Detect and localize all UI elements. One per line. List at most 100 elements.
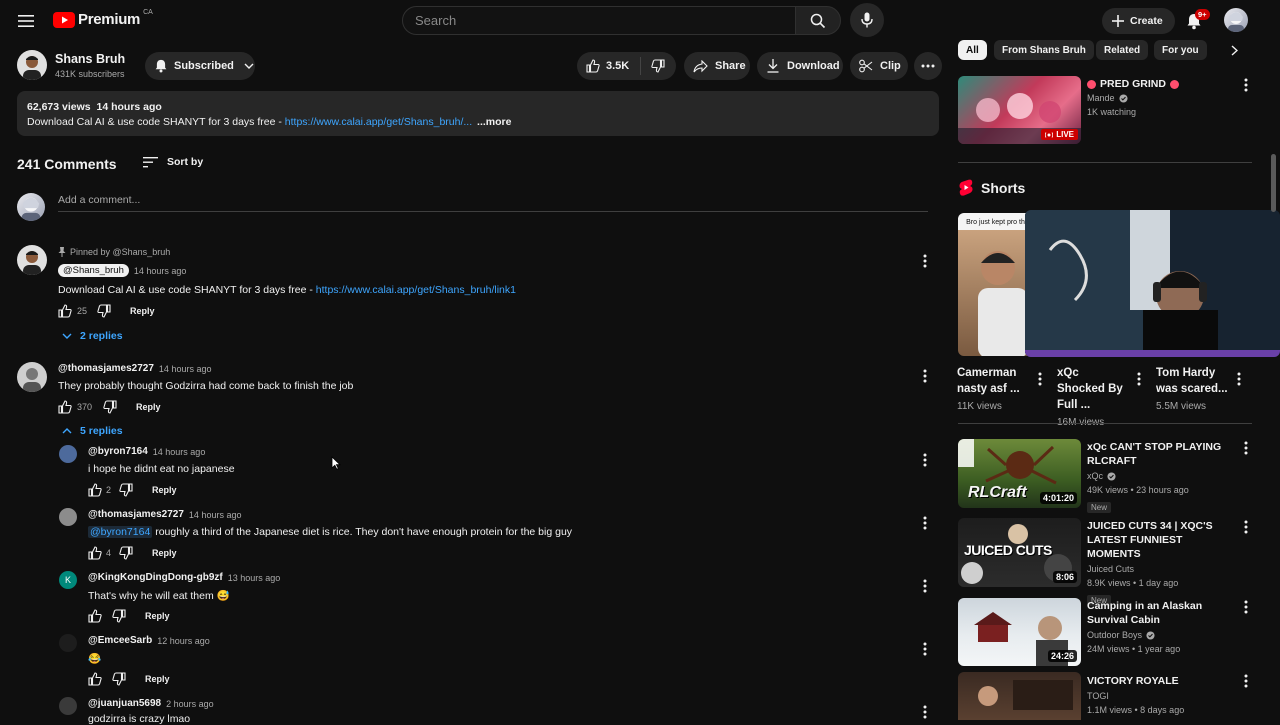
reply-handle[interactable]: @juanjuan5698 (88, 698, 161, 709)
search-button[interactable] (795, 6, 841, 35)
search-input[interactable]: Search (402, 6, 796, 35)
commenter-avatar[interactable] (17, 362, 47, 392)
video-thumbnail[interactable]: 24:26 (958, 598, 1081, 666)
video-channel[interactable]: Juiced Cuts (1087, 562, 1227, 576)
notifications-button[interactable]: 9+ (1176, 3, 1212, 39)
reply-avatar[interactable] (59, 634, 77, 652)
short-item[interactable]: Camerman nasty asf ... 11K views (957, 365, 1029, 414)
reply-time[interactable]: 13 hours ago (228, 573, 281, 583)
video-menu-button[interactable] (1234, 595, 1258, 619)
menu-icon[interactable] (8, 3, 44, 39)
reply-time[interactable]: 14 hours ago (189, 510, 242, 520)
add-comment-input[interactable]: Add a comment... (58, 194, 928, 212)
description-more[interactable]: ...more (477, 116, 511, 128)
reply-handle[interactable]: @thomasjames2727 (88, 509, 184, 520)
reply-button[interactable]: Reply (152, 548, 177, 558)
short-item[interactable]: Tom Hardy was scared... 5.5M views (1156, 365, 1228, 414)
youtube-premium-logo[interactable]: Premium CA (53, 9, 153, 28)
short-item[interactable]: xQc Shocked By Full ... 16M views (1057, 365, 1129, 430)
reply-time[interactable]: 12 hours ago (157, 636, 210, 646)
video-thumbnail[interactable] (958, 672, 1081, 720)
short-title[interactable]: xQc Shocked By Full ... (1057, 365, 1129, 413)
chip-for-you[interactable]: For you (1154, 40, 1207, 60)
thumbs-down-icon[interactable] (97, 304, 111, 318)
reply-menu-button[interactable] (913, 637, 937, 661)
video-title[interactable]: VICTORY ROYALE (1087, 674, 1227, 688)
thumbs-down-icon[interactable] (103, 400, 117, 414)
video-channel[interactable]: TOGI (1087, 689, 1227, 703)
commenter-avatar[interactable] (17, 245, 47, 275)
reply-menu-button[interactable] (913, 700, 937, 724)
reply-avatar[interactable] (59, 508, 77, 526)
video-menu-button[interactable] (1234, 436, 1258, 460)
short-menu-button[interactable] (1227, 367, 1251, 391)
thumbs-up-icon[interactable] (88, 546, 102, 560)
voice-search-button[interactable] (850, 3, 884, 37)
video-title[interactable]: xQc CAN'T STOP PLAYING RLCRAFT (1087, 440, 1227, 468)
dislike-button[interactable] (641, 59, 675, 73)
download-button[interactable]: Download (757, 52, 843, 80)
thumbs-down-icon[interactable] (119, 546, 133, 560)
reply-avatar[interactable]: K (59, 571, 77, 589)
reply-button[interactable]: Reply (145, 611, 170, 621)
reply-handle[interactable]: @KingKongDingDong-gb9zf (88, 572, 223, 583)
short-title[interactable]: Camerman nasty asf ... (957, 365, 1029, 397)
reply-button[interactable]: Reply (145, 674, 170, 684)
thumbs-up-icon[interactable] (58, 304, 72, 318)
sort-by-button[interactable]: Sort by (143, 156, 203, 168)
reply-menu-button[interactable] (913, 574, 937, 598)
reply-time[interactable]: 2 hours ago (166, 699, 214, 709)
short-title[interactable]: Tom Hardy was scared... (1156, 365, 1228, 397)
reply-button[interactable]: Reply (136, 402, 161, 412)
replies-toggle[interactable]: 2 replies (62, 330, 123, 342)
short-menu-button[interactable] (1127, 367, 1151, 391)
short-menu-button[interactable] (1028, 367, 1052, 391)
chip-from-channel[interactable]: From Shans Bruh (994, 40, 1094, 60)
account-avatar[interactable] (1224, 8, 1248, 32)
thumbs-up-icon[interactable] (58, 400, 72, 414)
chip-all[interactable]: All (958, 40, 987, 60)
channel-avatar[interactable] (17, 50, 47, 80)
replies-toggle[interactable]: 5 replies (62, 425, 123, 437)
reply-button[interactable]: Reply (152, 485, 177, 495)
chip-related[interactable]: Related (1096, 40, 1149, 60)
comment-menu-button[interactable] (913, 364, 937, 388)
creator-handle-badge[interactable]: @Shans_bruh (58, 264, 129, 277)
reply-menu-button[interactable] (913, 448, 937, 472)
video-thumbnail[interactable]: JUICED CUTS 8:06 (958, 518, 1081, 587)
video-menu-button[interactable] (1234, 669, 1258, 693)
comment-handle[interactable]: @thomasjames2727 (58, 363, 154, 374)
clip-button[interactable]: Clip (850, 52, 908, 80)
reply-avatar[interactable] (59, 697, 77, 715)
reply-mention[interactable]: @byron7164 (88, 526, 153, 538)
comment-time[interactable]: 14 hours ago (159, 364, 212, 374)
reply-handle[interactable]: @EmceeSarb (88, 635, 152, 646)
video-channel[interactable]: Mande (1087, 91, 1115, 105)
video-title[interactable]: PRED GRIND (1100, 77, 1166, 91)
thumbs-down-icon[interactable] (112, 672, 126, 686)
video-menu-button[interactable] (1234, 73, 1258, 97)
more-actions-button[interactable] (914, 52, 942, 80)
like-button[interactable]: 3.5K (577, 57, 641, 75)
comment-menu-button[interactable] (913, 249, 937, 273)
video-thumbnail[interactable]: LIVE (958, 76, 1081, 144)
thumbs-down-icon[interactable] (119, 483, 133, 497)
reply-menu-button[interactable] (913, 511, 937, 535)
channel-name[interactable]: Shans Bruh (55, 52, 125, 66)
video-channel[interactable]: xQc (1087, 469, 1103, 483)
description-box[interactable]: 62,673 views 14 hours ago Download Cal A… (17, 91, 939, 136)
video-channel[interactable]: Outdoor Boys (1087, 628, 1142, 642)
reply-time[interactable]: 14 hours ago (153, 447, 206, 457)
reply-button[interactable]: Reply (130, 306, 155, 316)
share-button[interactable]: Share (684, 52, 750, 80)
short-thumbnail[interactable] (1025, 210, 1280, 357)
thumbs-up-icon[interactable] (88, 672, 102, 686)
create-button[interactable]: Create (1102, 8, 1175, 34)
video-title[interactable]: Camping in an Alaskan Survival Cabin (1087, 599, 1227, 627)
thumbs-down-icon[interactable] (112, 609, 126, 623)
chips-next-button[interactable] (1222, 38, 1246, 62)
reply-avatar[interactable] (59, 445, 77, 463)
page-scrollbar-thumb[interactable] (1271, 154, 1276, 212)
comment-time[interactable]: 14 hours ago (134, 266, 187, 276)
thumbs-up-icon[interactable] (88, 609, 102, 623)
